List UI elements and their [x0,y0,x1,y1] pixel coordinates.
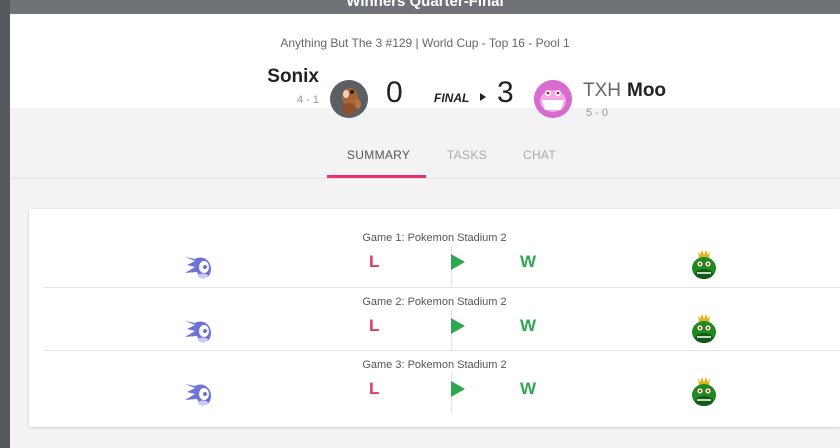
game-row: Game 1: Pokemon Stadium 2 L W [44,224,840,287]
game-row: Game 3: Pokemon Stadium 2 L W [44,350,840,414]
game-label: Game 2: Pokemon Stadium 2 [362,296,507,308]
winner-arrow-icon [451,381,465,397]
tab-chat[interactable]: CHAT [523,148,556,162]
player2-team-tag: TXH [583,80,621,101]
game-label: Game 3: Pokemon Stadium 2 [362,359,507,371]
player1-name[interactable]: Sonix [267,66,319,88]
sonic-icon [181,251,213,283]
player1-record: 4 - 1 [296,94,319,106]
player1-result: L [369,379,380,398]
king-k-rool-icon [689,313,719,347]
sonic-icon [181,315,213,347]
player2-result: W [520,379,537,398]
king-k-rool-icon [689,376,719,410]
tab-summary[interactable]: SUMMARY [347,148,410,162]
sonic-icon [181,378,213,410]
winner-arrow-icon [451,318,465,334]
player1-score: 0 [386,76,403,109]
player2-name[interactable]: Moo [627,80,666,102]
player2-result: W [520,316,537,335]
play-arrow-icon [480,93,486,101]
player1-result: L [369,316,380,335]
event-subtitle: Anything But The 3 #129 | World Cup - To… [280,36,570,50]
tab-tasks[interactable]: TASKS [447,148,487,162]
modal-title-bar: Winners Quarter-Final [10,0,840,14]
player2-score: 3 [497,76,514,109]
match-header: Anything But The 3 #129 | World Cup - To… [10,14,840,119]
player1-result: L [369,252,380,271]
game-label: Game 1: Pokemon Stadium 2 [362,232,507,244]
match-modal: Winners Quarter-Final Anything But The 3… [10,0,840,448]
match-status: FINAL [434,91,470,105]
active-tab-indicator [327,175,426,178]
modal-title: Winners Quarter-Final [346,0,504,10]
games-summary-card: Game 1: Pokemon Stadium 2 L W Game 2: Po… [29,209,840,427]
background-page-strip [0,0,10,448]
winner-arrow-icon [451,254,465,270]
player2-result: W [520,252,537,271]
king-k-rool-icon [689,249,719,283]
tab-bar: SUMMARY TASKS CHAT [10,108,840,179]
game-row: Game 2: Pokemon Stadium 2 L W [44,287,840,351]
